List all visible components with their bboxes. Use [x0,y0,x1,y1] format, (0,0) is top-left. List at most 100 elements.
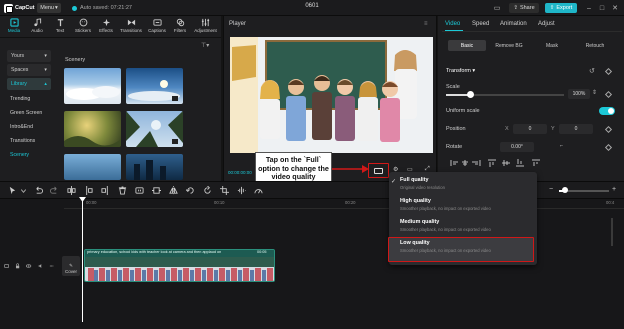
rotate-reset-icon[interactable]: ⌐ [560,143,563,149]
freeze-frame-icon[interactable] [135,186,144,195]
crop-frame-icon[interactable] [152,186,161,195]
player-menu-icon[interactable]: ≡ [424,21,428,27]
undo-icon[interactable] [34,186,43,195]
sidebar-item-trending[interactable]: Trending [0,93,58,105]
menu-button[interactable]: Menu ▾ [37,3,61,13]
scale-value[interactable]: 100% [568,89,590,99]
quality-button[interactable] [368,163,389,178]
quality-option-low[interactable]: Low quality Smoother playback, no impact… [400,240,535,253]
redo-icon[interactable] [50,186,59,195]
trees-image [64,136,121,147]
subtab-remove-bg[interactable]: Remove BG [489,40,529,51]
tab-effects[interactable]: Effects [95,18,117,36]
scenery-thumbnail[interactable] [64,154,121,180]
video-preview[interactable] [230,37,433,153]
split-icon[interactable] [67,186,76,195]
reset-icon[interactable]: ↺ [589,67,595,75]
timeline-ruler[interactable] [64,199,624,209]
sidebar-item-transitions[interactable]: Transitions [0,135,58,147]
tab-video[interactable]: Video [445,21,460,27]
sidebar-item-spaces[interactable]: Spaces ▾ [7,64,51,76]
more-icon[interactable] [49,262,54,270]
layout-icon[interactable]: ▭ [492,3,502,13]
track-hide-icon[interactable] [4,262,9,270]
scenery-thumbnail[interactable] [126,68,183,104]
tool-tabs: Media Audio Text Stickers Effects Transi… [0,16,221,38]
subtab-mask[interactable]: Mask [533,40,571,51]
project-title[interactable]: 0601 [292,3,332,9]
split-right-icon[interactable] [101,186,110,195]
zoom-in-icon[interactable]: + [612,186,616,193]
minimize-icon[interactable]: – [584,3,594,13]
audio-icon[interactable] [38,262,43,270]
sidebar-item-intro-end[interactable]: Intro&End [0,121,58,133]
uniform-scale-label: Uniform scale [446,108,480,114]
effects-icon [102,18,110,27]
player-timecode: 00:00:00:00 [228,170,252,175]
autosave-status: Auto saved: 07:21:27 [72,3,132,13]
transform-section-title[interactable]: Transform ▾ [446,68,475,74]
position-x-field[interactable]: 0 [513,124,547,134]
scale-slider-knob[interactable] [467,91,474,98]
classroom-children-image [230,37,433,153]
lock-icon[interactable] [15,262,20,270]
rotate-icon[interactable] [203,186,212,195]
tab-filters[interactable]: Filters [169,18,191,36]
mirror-icon[interactable] [169,186,178,195]
scenery-thumbnail[interactable] [126,111,183,147]
tab-adjustment[interactable]: Adjustment [192,18,219,36]
rotate-field[interactable]: 0.00° [500,142,534,152]
filter-icon[interactable]: ⊤▾ [201,42,215,50]
cover-button[interactable]: ✎ Cover [62,256,80,276]
select-cursor-icon[interactable] [8,186,17,195]
tab-text[interactable]: Text [49,18,71,36]
delete-icon[interactable] [118,186,127,195]
quality-option-medium[interactable]: Medium quality Smoother playback, no imp… [400,219,535,232]
tab-label: Captions [148,28,166,33]
stepper-icon[interactable]: ⇕ [592,89,597,96]
sidebar-item-library[interactable]: Library ▴ [7,78,51,90]
sidebar-item-yours[interactable]: Yours ▾ [7,50,51,62]
align-icons[interactable] [450,159,550,167]
playhead[interactable] [82,199,83,322]
share-button[interactable]: ⇪ Share [509,3,539,13]
zoom-slider-knob[interactable] [562,187,568,193]
subtab-retouch[interactable]: Retouch [575,40,615,51]
speed-icon[interactable] [254,186,263,195]
position-y-field[interactable]: 0 [559,124,593,134]
zoom-out-icon[interactable]: − [549,186,553,193]
sidebar-item-scenery[interactable]: Scenery [0,149,58,161]
audio-wave-icon[interactable] [237,186,246,195]
subtab-basic[interactable]: Basic [448,40,486,51]
tab-transitions[interactable]: Transitions [118,18,144,36]
tab-speed[interactable]: Speed [472,21,489,27]
app-logo: CapCut [4,3,35,13]
maximize-icon[interactable]: □ [597,3,607,13]
option-description: Smoother playback, no impact on exported… [400,206,491,211]
tab-media[interactable]: Media [3,18,25,36]
scenery-thumbnail[interactable] [64,111,121,147]
tab-animation[interactable]: Animation [500,21,527,27]
close-icon[interactable]: ✕ [610,3,620,13]
tab-audio[interactable]: Audio [26,18,48,36]
captions-icon [152,19,162,26]
chevron-down-icon[interactable] [21,186,26,195]
timeline-scrollbar[interactable] [611,218,613,246]
quality-option-high[interactable]: High quality Smoother playback, no impac… [400,198,535,211]
tab-adjust[interactable]: Adjust [538,21,555,27]
quality-option-full[interactable]: Full quality Original video resolution [400,177,535,190]
library-sidebar: Yours ▾ Spaces ▾ Library ▴ Trending Green S… [0,40,58,180]
split-left-icon[interactable] [84,186,93,195]
tab-label: Adjustment [194,28,217,33]
reverse-icon[interactable] [186,186,195,195]
crop-icon[interactable] [220,186,229,195]
sidebar-item-green-screen[interactable]: Green Screen [0,107,58,119]
scenery-thumbnail[interactable] [126,154,183,180]
export-button[interactable]: ⇧ Export [545,3,577,13]
tab-stickers[interactable]: Stickers [72,18,94,36]
tab-captions[interactable]: Captions [145,18,169,36]
scenery-thumbnail[interactable] [64,68,121,104]
option-description: Original video resolution [400,185,445,190]
tab-label: Text [55,28,65,33]
eye-icon[interactable] [26,262,32,270]
